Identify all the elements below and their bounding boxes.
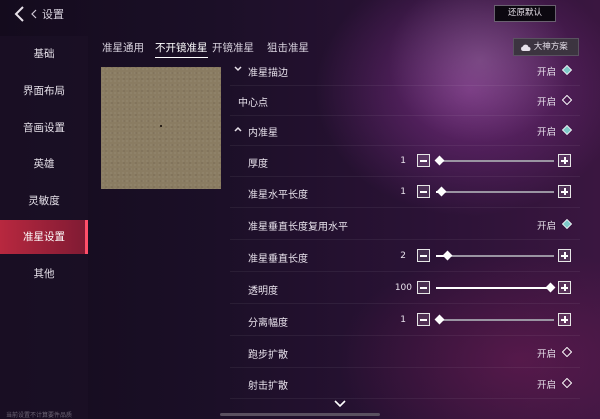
setting-value: 100 bbox=[394, 283, 412, 293]
slider-thumb[interactable] bbox=[434, 155, 445, 165]
slider-thumb[interactable] bbox=[545, 282, 556, 292]
tab-hipfire-crosshair[interactable]: 不开镜准星 bbox=[155, 40, 208, 58]
cloud-icon bbox=[521, 44, 531, 51]
sidebar-item-sensitivity[interactable]: 灵敏度 bbox=[0, 184, 88, 218]
slider-thumb[interactable] bbox=[434, 314, 445, 324]
slider-track[interactable] bbox=[436, 186, 554, 196]
setting-row-spacing: 分离幅度 1 bbox=[230, 306, 580, 336]
setting-label: 准星垂直长度复用水平 bbox=[248, 222, 348, 233]
sidebar-item-crosshair[interactable]: 准星设置 bbox=[0, 220, 88, 254]
checked-diamond-icon[interactable] bbox=[562, 219, 572, 229]
increase-button[interactable] bbox=[558, 281, 571, 294]
chevron-down-icon[interactable] bbox=[233, 64, 243, 74]
setting-value: 1 bbox=[400, 187, 406, 197]
chevron-up-icon[interactable] bbox=[233, 124, 243, 134]
footnote-text: 当前设置不计算要件品质 bbox=[6, 412, 73, 419]
setting-state: 开启 bbox=[537, 97, 557, 108]
increase-button[interactable] bbox=[558, 313, 571, 326]
setting-row-center-dot: 中心点 开启 bbox=[230, 86, 580, 116]
setting-state: 开启 bbox=[537, 127, 557, 138]
checked-diamond-icon[interactable] bbox=[562, 125, 572, 135]
setting-row-inner-crosshair: 内准星 开启 bbox=[230, 116, 580, 146]
setting-label: 准星水平长度 bbox=[248, 190, 308, 201]
decrease-button[interactable] bbox=[417, 185, 430, 198]
slider-thumb[interactable] bbox=[442, 250, 453, 260]
setting-label: 内准星 bbox=[248, 128, 278, 139]
setting-state: 开启 bbox=[537, 67, 557, 78]
decrease-button[interactable] bbox=[417, 281, 430, 294]
slider-track[interactable] bbox=[436, 250, 554, 260]
unchecked-diamond-icon[interactable] bbox=[562, 347, 572, 357]
decrease-button[interactable] bbox=[417, 313, 430, 326]
top-bar: 设置 还原默认 bbox=[0, 0, 600, 28]
setting-value: 1 bbox=[400, 315, 406, 325]
sidebar-item-basic[interactable]: 基础 bbox=[0, 37, 88, 71]
unchecked-diamond-icon[interactable] bbox=[562, 378, 572, 388]
page-title: 设置 bbox=[42, 8, 64, 21]
sidebar: 基础 界面布局 音画设置 英雄 灵敏度 准星设置 其他 bbox=[0, 36, 88, 419]
setting-state: 开启 bbox=[537, 380, 557, 391]
pro-scheme-label: 大神方案 bbox=[533, 42, 568, 52]
setting-label: 分离幅度 bbox=[248, 318, 288, 329]
slider-track[interactable] bbox=[434, 155, 554, 165]
sidebar-item-other[interactable]: 其他 bbox=[0, 257, 88, 291]
setting-state: 开启 bbox=[537, 349, 557, 360]
setting-label: 射击扩散 bbox=[248, 381, 288, 392]
crosshair-preview-dot bbox=[160, 125, 162, 127]
unchecked-diamond-icon[interactable] bbox=[562, 95, 572, 105]
setting-row-thickness: 厚度 1 bbox=[230, 147, 580, 177]
setting-value: 2 bbox=[400, 251, 406, 261]
scroll-down-icon[interactable] bbox=[334, 400, 346, 408]
setting-label: 准星垂直长度 bbox=[248, 254, 308, 265]
crosshair-preview bbox=[101, 67, 221, 189]
slider-track[interactable] bbox=[436, 282, 556, 292]
increase-button[interactable] bbox=[558, 249, 571, 262]
slider-track[interactable] bbox=[434, 314, 554, 324]
setting-row-vertical-length: 准星垂直长度 2 bbox=[230, 242, 580, 272]
setting-label: 中心点 bbox=[238, 98, 268, 109]
setting-row-opacity: 透明度 100 bbox=[230, 274, 580, 304]
sidebar-item-audio-video[interactable]: 音画设置 bbox=[0, 111, 88, 145]
bottom-scroll-indicator bbox=[220, 413, 380, 416]
setting-value: 1 bbox=[400, 156, 406, 166]
tab-crosshair-general[interactable]: 准星通用 bbox=[102, 40, 144, 58]
decrease-button[interactable] bbox=[417, 154, 430, 167]
sidebar-item-layout[interactable]: 界面布局 bbox=[0, 74, 88, 108]
chevron-left-icon bbox=[31, 9, 37, 19]
setting-label: 跑步扩散 bbox=[248, 350, 288, 361]
slider-thumb[interactable] bbox=[436, 186, 447, 196]
setting-state: 开启 bbox=[537, 221, 557, 232]
slider-fill bbox=[436, 287, 551, 289]
setting-label: 准星描边 bbox=[248, 68, 288, 79]
pro-scheme-button[interactable]: 大神方案 bbox=[513, 38, 579, 56]
setting-row-outline: 准星描边 开启 bbox=[230, 56, 580, 86]
back-icon[interactable] bbox=[10, 4, 30, 24]
increase-button[interactable] bbox=[558, 185, 571, 198]
decrease-button[interactable] bbox=[417, 249, 430, 262]
setting-row-fire-spread: 射击扩散 开启 bbox=[230, 369, 580, 399]
setting-row-vertical-reuse: 准星垂直长度复用水平 开启 bbox=[230, 210, 580, 240]
reset-default-button[interactable]: 还原默认 bbox=[494, 5, 556, 22]
sidebar-item-hero[interactable]: 英雄 bbox=[0, 147, 88, 181]
checked-diamond-icon[interactable] bbox=[562, 65, 572, 75]
setting-label: 透明度 bbox=[248, 286, 278, 297]
setting-label: 厚度 bbox=[248, 159, 268, 170]
setting-row-horizontal-length: 准星水平长度 1 bbox=[230, 178, 580, 208]
setting-row-run-spread: 跑步扩散 开启 bbox=[230, 338, 580, 368]
increase-button[interactable] bbox=[558, 154, 571, 167]
